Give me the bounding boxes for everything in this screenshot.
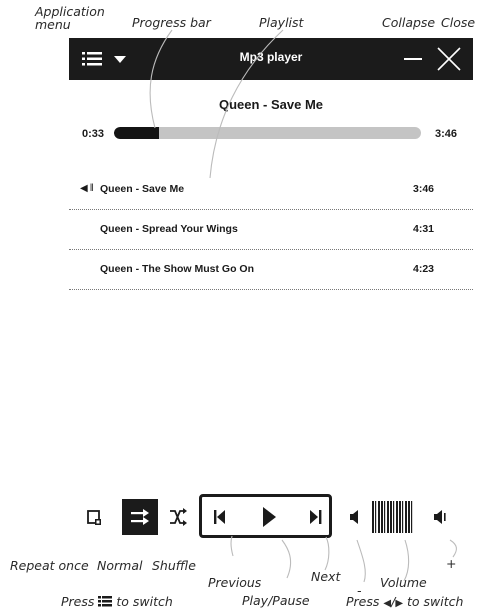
callout-press-mode: Press to switch: [61, 595, 173, 608]
callout-leader-lines: [149, 29, 457, 583]
callout-press-mode-prefix: Press: [61, 594, 95, 609]
callout-previous: Previous: [208, 575, 262, 590]
callout-volume: Volume: [380, 575, 427, 590]
callout-volume-plus: +: [446, 556, 457, 571]
left-arrow-key-icon: ◀: [383, 598, 392, 609]
callout-press-mode-suffix: to switch: [116, 594, 173, 609]
callout-press-vol-suffix: to switch: [407, 594, 464, 609]
callout-repeat-once: Repeat once: [10, 558, 89, 573]
callout-press-vol-prefix: Press: [346, 594, 380, 609]
right-arrow-key-icon: ▶: [395, 598, 404, 609]
callout-press-volume: Press ◀/▶ to switch: [346, 595, 463, 610]
callout-normal: Normal: [97, 558, 143, 573]
callout-shuffle: Shuffle: [152, 558, 196, 573]
callout-next: Next: [311, 569, 341, 584]
callout-play-pause: Play/Pause: [242, 593, 310, 608]
hamburger-key-icon: [98, 596, 113, 607]
